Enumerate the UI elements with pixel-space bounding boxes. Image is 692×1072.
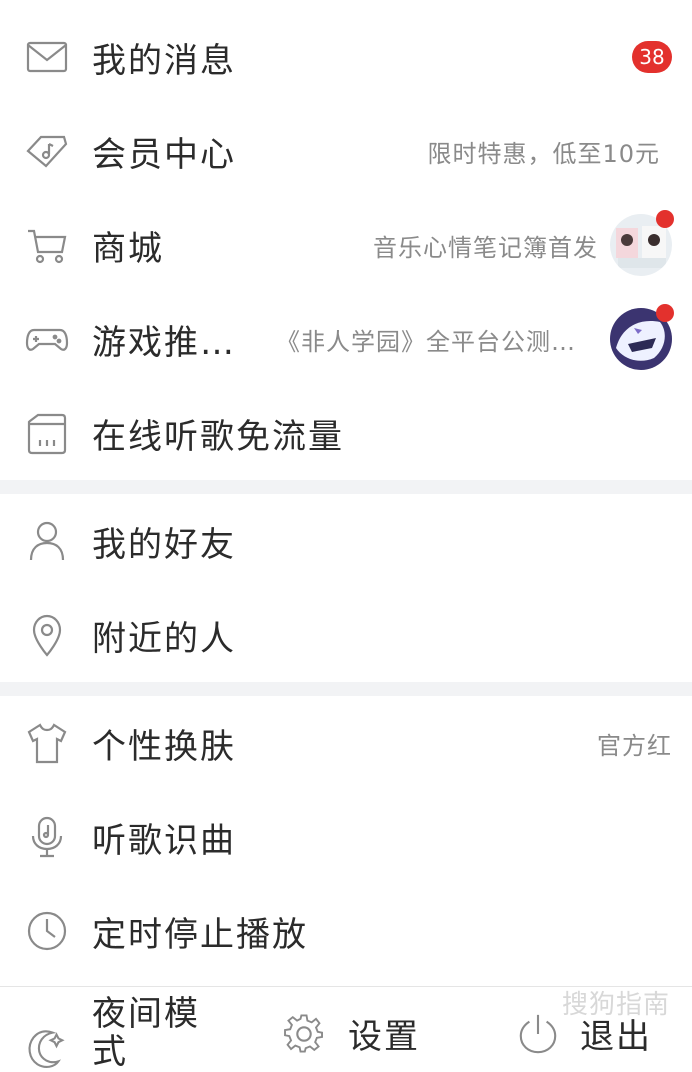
menu-label: 游戏推… — [92, 322, 236, 363]
mall-promo-text: 音乐心情笔记簿首发 — [373, 233, 598, 262]
clock-icon — [24, 908, 70, 954]
section-separator — [0, 480, 692, 494]
new-indicator-dot — [656, 304, 674, 322]
games-promo-thumbnail — [610, 304, 674, 370]
microphone-music-icon — [24, 814, 70, 860]
watermark-logo: 搜狗指南 — [562, 984, 670, 1021]
gamepad-icon — [24, 316, 70, 362]
diamond-music-icon — [24, 128, 70, 174]
menu-item-vip-center[interactable]: 会员中心 限时特惠，低至10元 — [0, 104, 692, 198]
settings-label: 设置 — [348, 1017, 420, 1057]
menu-label: 会员中心 — [92, 134, 236, 175]
games-promo-text: 《非人学园》全平台公测… — [276, 327, 576, 356]
location-pin-icon — [24, 612, 70, 658]
unread-count-badge: 38 — [632, 41, 672, 73]
menu-label: 我的消息 — [92, 40, 236, 81]
menu-label: 我的好友 — [92, 524, 236, 565]
menu-label: 附近的人 — [92, 618, 236, 659]
person-icon — [24, 518, 70, 564]
power-icon — [519, 1014, 557, 1053]
menu-item-sleep-timer[interactable]: 定时停止播放 — [0, 884, 692, 978]
night-mode-label: 夜间模式 — [92, 994, 200, 1072]
menu-label: 个性换肤 — [92, 726, 236, 767]
menu-item-friends[interactable]: 我的好友 — [0, 494, 692, 588]
menu-label: 在线听歌免流量 — [92, 416, 344, 457]
menu-item-song-recognition[interactable]: 听歌识曲 — [0, 790, 692, 884]
cart-icon — [24, 222, 70, 268]
menu-item-games[interactable]: 游戏推… 《非人学园》全平台公测… — [0, 292, 692, 386]
night-mode-button[interactable]: 夜间模式 — [24, 995, 212, 1071]
menu-item-mall[interactable]: 商城 音乐心情笔记簿首发 — [0, 198, 692, 292]
vip-promo-text: 限时特惠，低至10元 — [427, 139, 660, 168]
mall-promo-thumbnail — [610, 210, 674, 276]
settings-button[interactable]: 设置 — [282, 1009, 420, 1058]
mail-icon — [24, 34, 70, 80]
moon-icon — [28, 1030, 65, 1068]
current-skin-value: 官方红 — [597, 731, 672, 760]
menu-label: 听歌识曲 — [92, 820, 236, 861]
menu-item-nearby[interactable]: 附近的人 — [0, 588, 692, 682]
menu-item-skin[interactable]: 个性换肤 官方红 — [0, 696, 692, 790]
menu-item-messages[interactable]: 我的消息 38 — [0, 10, 692, 104]
watermark-text: 搜狗指南 — [561, 990, 670, 1020]
gear-icon — [284, 1013, 323, 1053]
new-indicator-dot — [656, 210, 674, 228]
menu-item-free-data[interactable]: 在线听歌免流量 — [0, 386, 692, 480]
section-separator — [0, 682, 692, 696]
menu-label: 定时停止播放 — [92, 914, 308, 955]
sim-card-icon — [24, 410, 70, 456]
menu-label: 商城 — [92, 228, 164, 269]
tshirt-icon — [24, 720, 70, 766]
